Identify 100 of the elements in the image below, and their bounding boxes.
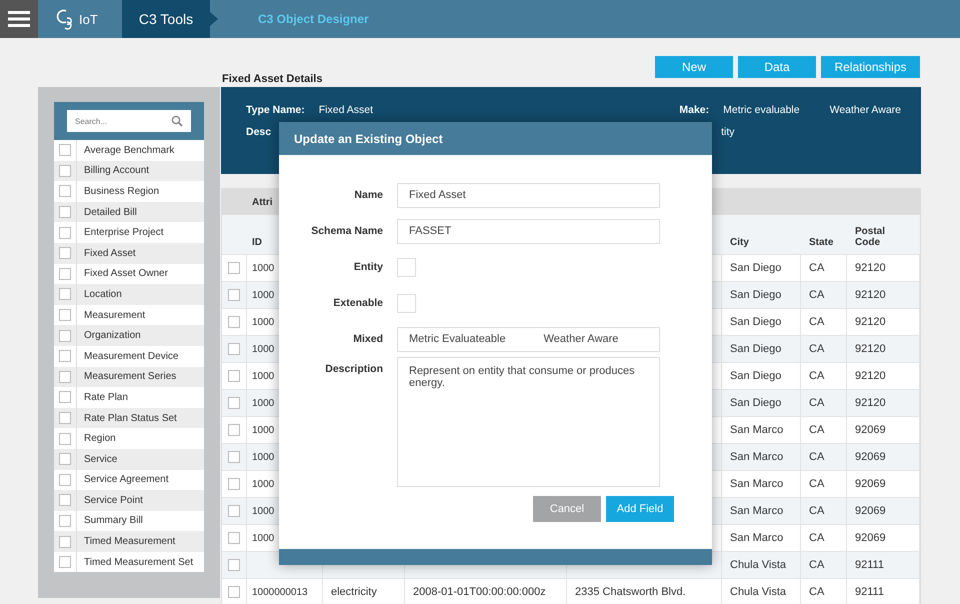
checkbox[interactable] [59, 330, 71, 342]
checkbox[interactable] [228, 532, 240, 544]
checkbox[interactable] [59, 370, 71, 383]
field-label: Desc [246, 126, 272, 138]
table-cell: San Marco [730, 424, 784, 436]
list-item[interactable]: Enterprise Project [54, 222, 204, 243]
table-cell: San Diego [730, 262, 782, 274]
input-field[interactable]: Fixed Asset [397, 182, 660, 208]
table-cell: 1000 [252, 344, 274, 354]
checkbox[interactable] [228, 586, 240, 598]
field-value: Weather Aware [830, 104, 901, 116]
checkbox[interactable] [228, 397, 240, 409]
checkbox[interactable] [228, 451, 240, 463]
menu-button[interactable] [0, 0, 38, 38]
checkbox[interactable] [59, 164, 71, 177]
checkbox[interactable] [59, 206, 71, 218]
checkbox[interactable] [228, 424, 240, 436]
list-item[interactable]: Service Point [54, 490, 204, 511]
table-cell: CA [809, 370, 824, 382]
checkbox[interactable] [59, 432, 71, 445]
list-item[interactable]: Timed Measurement Set [54, 552, 204, 572]
table-cell: 92069 [855, 505, 886, 517]
table-cell: 92111 [855, 586, 884, 598]
list-item[interactable]: Service [54, 448, 204, 470]
table-tab[interactable]: Attri [252, 196, 273, 208]
table-cell: CA [809, 586, 824, 598]
checkbox[interactable] [59, 474, 71, 486]
table-cell: CA [809, 262, 824, 274]
table-cell: 1000 [252, 532, 274, 544]
table-cell: San Diego [730, 370, 782, 382]
table-cell: 1000000013 [252, 586, 308, 598]
checkbox[interactable] [59, 288, 71, 300]
field-label: Name [353, 189, 384, 201]
checkbox[interactable] [228, 478, 240, 490]
checkbox[interactable] [228, 370, 240, 382]
table-cell: 1000 [252, 452, 274, 462]
table-cell: 92120 [855, 343, 886, 355]
list-item[interactable]: Detailed Bill [54, 202, 204, 222]
table-cell: CA [809, 424, 824, 436]
breadcrumb-link[interactable]: C3 Tools [122, 0, 210, 38]
checkbox[interactable] [59, 226, 71, 239]
list-item[interactable]: Fixed Asset [54, 242, 204, 264]
checkbox[interactable] [59, 247, 71, 260]
checkbox[interactable] [59, 391, 71, 404]
table-cell: CA [809, 532, 824, 544]
checkbox[interactable] [59, 350, 71, 362]
list-item[interactable]: Billing Account [54, 160, 204, 182]
checkbox[interactable] [397, 294, 416, 312]
list-item[interactable]: Organization [54, 325, 204, 346]
input-field[interactable]: Metric Evaluateable Weather Aware [397, 326, 660, 352]
list-item[interactable]: Business Region [54, 181, 204, 202]
section-title: Fixed Asset Details [222, 73, 322, 85]
list-item[interactable]: Rate Plan Status Set [54, 408, 204, 428]
table-cell: 2335 Chatsworth Blvd. [575, 586, 686, 598]
table-cell: San Marco [730, 532, 784, 544]
list-item[interactable]: Region [54, 428, 204, 449]
list-item[interactable]: Measurement Series [54, 366, 204, 388]
checkbox[interactable] [228, 343, 240, 355]
table-cell: San Diego [730, 397, 782, 409]
checkbox[interactable] [59, 453, 71, 466]
list-item[interactable]: Average Benchmark [54, 140, 204, 161]
logo-text: IoT [79, 12, 98, 26]
description-field[interactable]: Represent on entity that consume or produces energy. [397, 357, 660, 487]
column-header: Postal Code [854, 226, 886, 248]
checkbox[interactable] [59, 185, 71, 198]
field-value: Fixed Asset [318, 104, 374, 116]
checkbox[interactable] [59, 268, 71, 280]
checkbox[interactable] [59, 536, 71, 548]
list-item[interactable]: Timed Measurement [54, 531, 204, 552]
checkbox[interactable] [59, 412, 71, 424]
field-label: Entity [352, 261, 384, 273]
table-cell: San Diego [730, 343, 782, 355]
search-field[interactable]: Search... [67, 110, 191, 132]
table-cell: CA [809, 478, 824, 490]
page-title: C3 Object Designer [258, 12, 369, 26]
field-label: Mixed [352, 333, 384, 345]
checkbox[interactable] [228, 559, 240, 571]
list-item[interactable]: Location [54, 284, 204, 305]
checkbox[interactable] [228, 505, 240, 517]
checkbox[interactable] [59, 514, 71, 527]
field-label: Extenable [332, 297, 384, 309]
checkbox[interactable] [59, 309, 71, 322]
table-cell: CA [809, 559, 824, 571]
table-cell: 92120 [855, 397, 886, 409]
field-label: Make: [679, 104, 710, 116]
table-cell: 1000 [252, 424, 274, 436]
checkbox[interactable] [59, 556, 71, 568]
checkbox[interactable] [228, 262, 240, 274]
checkbox[interactable] [397, 258, 416, 276]
checkbox[interactable] [59, 494, 71, 506]
table-cell: 92111 [855, 559, 884, 571]
table-cell: CA [809, 343, 824, 355]
list-item[interactable]: Measurement Device [54, 346, 204, 367]
checkbox[interactable] [59, 144, 71, 156]
checkbox[interactable] [228, 289, 240, 301]
input-field[interactable]: FASSET [397, 218, 660, 244]
list-item[interactable]: Rate Plan [54, 387, 204, 408]
menu-icon [8, 10, 30, 28]
checkbox[interactable] [228, 316, 240, 328]
dialog-title: Update an Existing Object [294, 132, 443, 146]
